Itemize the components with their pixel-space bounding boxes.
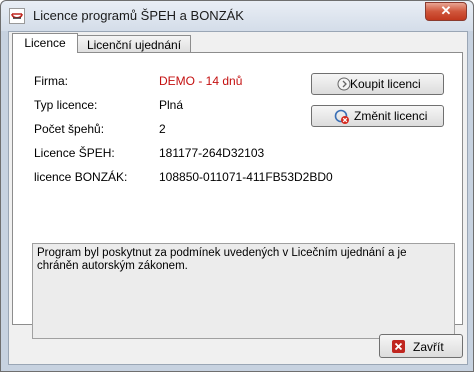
window-close-button[interactable]: ✕ (425, 2, 467, 21)
pocet-spehu-value: 2 (159, 122, 166, 136)
buy-licence-label: Koupit licenci (350, 77, 421, 91)
buy-licence-button[interactable]: Koupit licenci (311, 73, 444, 95)
licence-speh-value: 181177-264D32103 (159, 146, 265, 160)
licence-bonzak-value: 108850-011071-411FB53D2BD0 (159, 170, 333, 184)
close-icon: ✕ (440, 3, 452, 18)
licence-bonzak-label: licence BONZÁK: (34, 170, 128, 184)
licence-speh-label: Licence ŠPEH: (34, 146, 115, 160)
app-logo-icon (9, 8, 25, 24)
firma-value: DEMO - 14 dnů (159, 74, 243, 88)
typ-licence-value: Plná (159, 98, 184, 112)
change-licence-button[interactable]: Změnit licenci (311, 105, 444, 127)
copyright-notice: Program byl poskytnut za podmínek uveden… (32, 243, 455, 339)
client-area: Licence Licenční ujednání Firma: DEMO - … (8, 31, 468, 365)
tab-licence[interactable]: Licence (12, 33, 78, 53)
licence-panel: Firma: DEMO - 14 dnů Typ licence: Plná P… (12, 52, 463, 339)
firma-label: Firma: (34, 74, 68, 88)
red-x-icon (392, 340, 405, 353)
title-bar[interactable]: Licence programů ŠPEH a BONZÁK ✕ (1, 1, 473, 31)
dialog-window: Licence programů ŠPEH a BONZÁK ✕ Licence… (0, 0, 474, 372)
circle-arrow-icon (337, 77, 351, 91)
close-label: Zavřít (413, 340, 444, 354)
refresh-error-icon (334, 109, 349, 124)
tab-licencni-ujednani[interactable]: Licenční ujednání (77, 35, 191, 53)
typ-licence-label: Typ licence: (34, 98, 98, 112)
pocet-spehu-label: Počet špehů: (34, 122, 105, 136)
change-licence-label: Změnit licenci (354, 109, 428, 123)
window-title: Licence programů ŠPEH a BONZÁK (33, 8, 244, 23)
close-button[interactable]: Zavřít (379, 334, 463, 358)
